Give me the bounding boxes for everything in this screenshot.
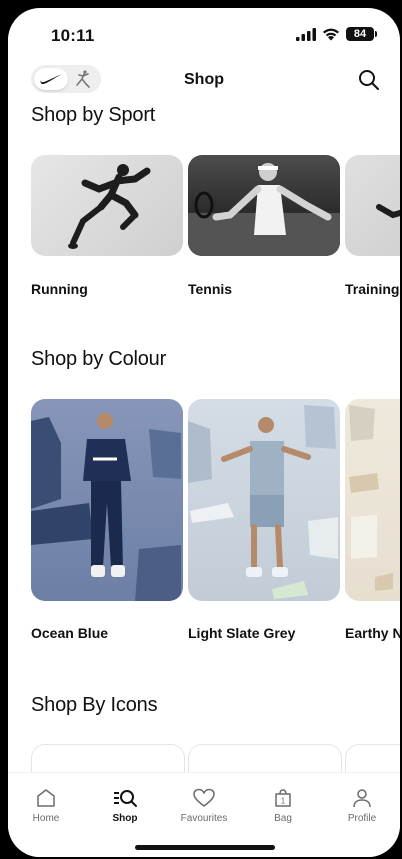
sport-card-training[interactable] (345, 155, 400, 256)
screen: 10:11 84 Shop Shop by Sport Running Tenn… (8, 8, 400, 857)
sport-card-running[interactable] (31, 155, 183, 256)
top-header: Shop (8, 60, 400, 100)
section-title-colour: Shop by Colour (31, 348, 167, 370)
colour-card-light-slate-grey[interactable] (188, 399, 340, 601)
search-icon[interactable] (357, 68, 381, 92)
tennis-player-image (188, 163, 340, 256)
home-icon (37, 789, 55, 807)
tab-label-shop: Shop (112, 813, 138, 824)
colour-card-earthy[interactable] (345, 399, 400, 601)
tab-shop[interactable]: Shop (90, 787, 160, 837)
sport-carousel[interactable]: Running Tennis Training (31, 155, 400, 297)
profile-icon (353, 789, 371, 808)
sport-label-tennis: Tennis (188, 281, 233, 297)
heart-icon (193, 788, 215, 807)
tab-label-home: Home (32, 813, 60, 824)
light-slate-grey-outfit-image (188, 405, 338, 599)
tab-label-favourites: Favourites (180, 813, 228, 824)
home-indicator[interactable] (135, 845, 275, 850)
colour-label-light-slate-grey: Light Slate Grey (188, 625, 296, 641)
bag-icon: 1 (275, 789, 291, 807)
tab-profile[interactable]: Profile (327, 787, 397, 837)
sport-label-training: Training (345, 281, 400, 297)
status-bar: 10:11 84 (8, 8, 400, 58)
wifi-icon (323, 28, 339, 41)
status-time: 10:11 (51, 26, 95, 45)
colour-label-ocean-blue: Ocean Blue (31, 625, 109, 641)
sport-label-running: Running (31, 281, 88, 297)
section-title-icons: Shop By Icons (31, 694, 158, 716)
bag-count-badge: 1 (281, 797, 286, 806)
tab-home[interactable]: Home (11, 787, 81, 837)
training-athlete-image (376, 204, 400, 219)
ocean-blue-outfit-image (31, 413, 181, 601)
cellular-signal-icon (296, 28, 316, 41)
tab-label-bag: Bag (274, 813, 292, 824)
phone-frame: 10:11 84 Shop Shop by Sport Running Tenn… (0, 0, 402, 859)
colour-label-earthy: Earthy N (345, 625, 400, 641)
shop-search-icon (114, 790, 137, 807)
tab-label-profile: Profile (347, 813, 377, 824)
earthy-outfit-image (349, 405, 393, 591)
colour-carousel[interactable]: Ocean Blue Light Slate Grey Earthy N (31, 399, 400, 644)
sport-card-tennis[interactable] (188, 155, 340, 256)
section-title-sport: Shop by Sport (31, 104, 156, 126)
colour-card-ocean-blue[interactable] (31, 399, 183, 601)
tab-bag[interactable]: 1 Bag (248, 787, 318, 837)
tab-favourites[interactable]: Favourites (169, 787, 239, 837)
running-athlete-image (68, 164, 151, 249)
page-title: Shop (184, 71, 224, 88)
battery-indicator: 84 (346, 27, 377, 41)
